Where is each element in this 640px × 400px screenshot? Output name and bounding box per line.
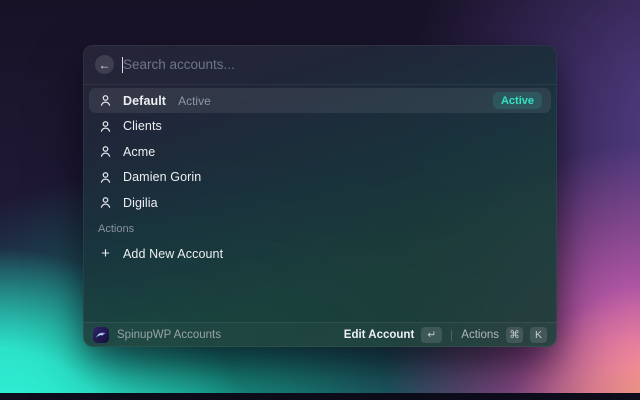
- accounts-list: Default Active Active Clients Acme Damie…: [83, 85, 557, 322]
- return-key-icon: ↵: [421, 327, 443, 343]
- person-icon: [98, 144, 113, 159]
- action-label: Add New Account: [123, 246, 224, 261]
- edit-account-action[interactable]: Edit Account ↵: [344, 327, 443, 343]
- k-key-icon: K: [530, 327, 547, 343]
- account-label: Default: [123, 93, 167, 108]
- command-key-icon: ⌘: [506, 327, 523, 343]
- spinupwp-logo-icon: [93, 327, 109, 343]
- actions-menu-label: Actions: [461, 329, 499, 341]
- footer-divider: [451, 329, 453, 341]
- app-name: SpinupWP Accounts: [117, 329, 221, 341]
- account-label: Acme: [123, 144, 156, 159]
- account-label: Clients: [123, 119, 162, 133]
- plus-icon: +: [101, 245, 110, 262]
- list-item-add-new-account[interactable]: + Add New Account: [89, 241, 551, 266]
- list-item-clients[interactable]: Clients: [89, 114, 551, 139]
- list-item-digilia[interactable]: Digilia: [89, 190, 551, 215]
- actions-section-header: Actions: [98, 222, 135, 235]
- actions-menu-button[interactable]: Actions ⌘ K: [461, 327, 547, 343]
- search-input[interactable]: [123, 57, 545, 72]
- account-label: Damien Gorin: [123, 170, 202, 184]
- account-subtitle: Active: [178, 93, 211, 108]
- status-footer: SpinupWP Accounts Edit Account ↵ Actions…: [83, 322, 557, 347]
- list-item-acme[interactable]: Acme: [89, 139, 551, 164]
- person-icon: [98, 170, 113, 185]
- command-palette-window: ← Default Active Active Cli: [83, 45, 557, 347]
- person-icon: [98, 119, 113, 134]
- back-button[interactable]: ←: [95, 55, 114, 74]
- back-arrow-icon: ←: [98, 57, 111, 72]
- desktop-bottom-strip: [0, 393, 640, 400]
- account-label: Digilia: [123, 195, 158, 210]
- edit-account-label: Edit Account: [343, 329, 415, 341]
- text-caret: [122, 56, 123, 73]
- person-icon: [98, 195, 113, 210]
- person-icon: [98, 93, 113, 108]
- search-bar: ←: [83, 45, 557, 85]
- active-status-badge: Active: [492, 92, 542, 109]
- list-item-default[interactable]: Default Active Active: [89, 88, 551, 113]
- list-item-damien-gorin[interactable]: Damien Gorin: [89, 165, 551, 190]
